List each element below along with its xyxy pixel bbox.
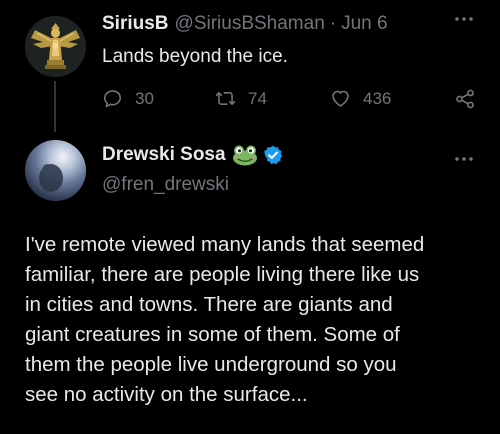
share-button[interactable] <box>454 88 476 115</box>
tweet1-date[interactable]: Jun 6 <box>341 13 387 35</box>
reply-button[interactable]: 30 <box>102 88 154 109</box>
tweet1-handle[interactable]: @SiriusBShaman <box>175 13 325 35</box>
tweet2-text: I've remote viewed many lands that seeme… <box>25 233 425 406</box>
tweet2-more-options-icon[interactable] <box>453 148 475 175</box>
reply-count: 30 <box>135 88 154 108</box>
frog-emoji-icon <box>232 144 258 166</box>
avatar-drewski-sosa[interactable] <box>25 140 86 201</box>
reply-icon <box>104 90 121 108</box>
tweet2-handle[interactable]: @fren_drewski <box>102 174 229 196</box>
heart-icon <box>332 90 349 107</box>
golden-idol-icon <box>25 16 86 77</box>
verified-badge-icon[interactable] <box>262 144 284 166</box>
tweet1-display-name[interactable]: SiriusB <box>102 13 169 35</box>
retweet-icon <box>215 92 236 105</box>
like-button[interactable]: 436 <box>330 88 391 109</box>
avatar-siriusb[interactable] <box>25 16 86 77</box>
tweet2-display-name[interactable]: Drewski Sosa <box>102 144 226 166</box>
tweet1-separator: · <box>329 13 337 34</box>
thread-connector-line <box>54 81 56 132</box>
retweet-button[interactable]: 74 <box>215 88 267 109</box>
tweet1-header: SiriusB @SiriusBShaman · Jun 6 <box>102 13 388 35</box>
tweet1-text: Lands beyond the ice. <box>102 46 288 67</box>
tweet1-more-options-icon[interactable] <box>453 8 475 35</box>
retweet-count: 74 <box>248 88 267 108</box>
tweet2-header: Drewski Sosa <box>102 144 284 166</box>
share-icon <box>456 89 474 109</box>
like-count: 436 <box>363 88 392 108</box>
moon-avatar-icon <box>25 140 86 201</box>
